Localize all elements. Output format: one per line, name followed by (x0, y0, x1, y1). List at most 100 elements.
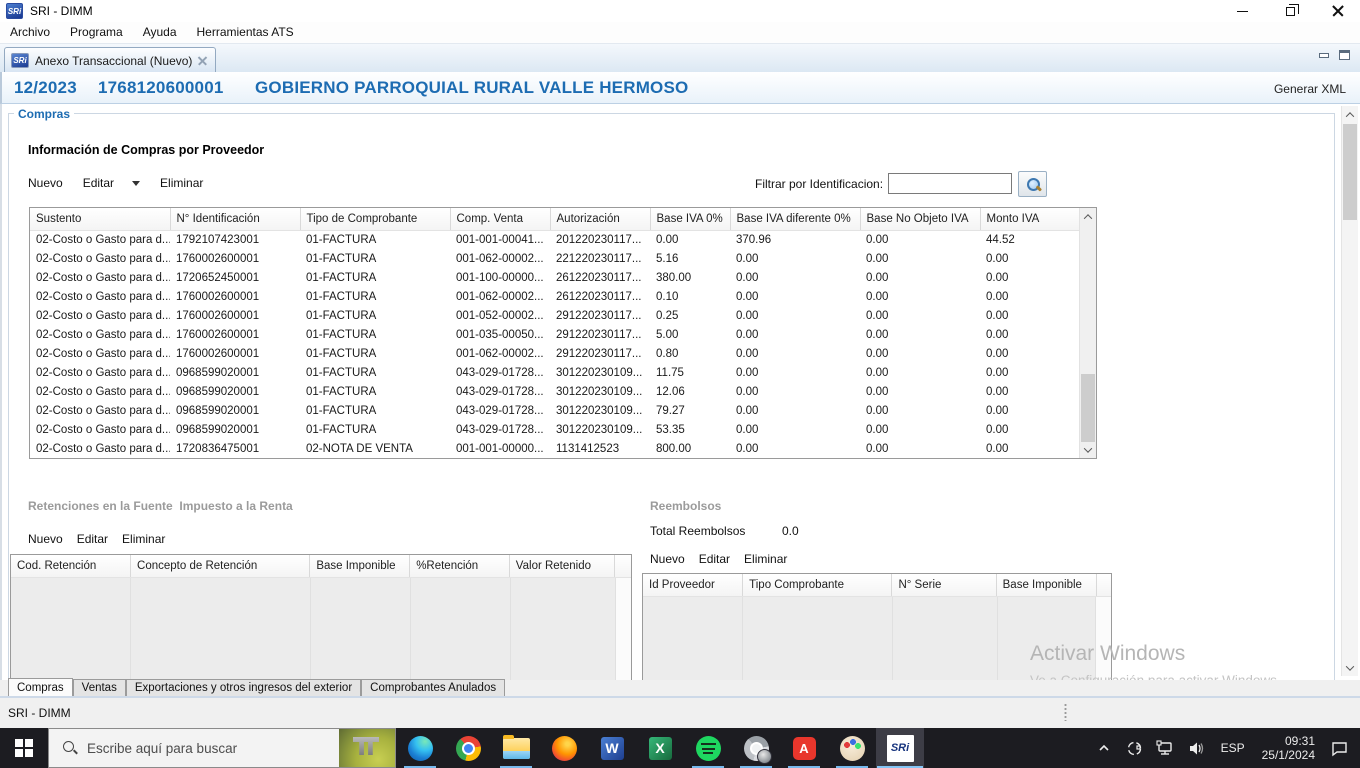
column-header-base-no-objeto-iva[interactable]: Base No Objeto IVA (860, 208, 981, 231)
column-header-base-imponible[interactable]: Base Imponible (996, 574, 1097, 597)
column-header-base-iva-0-[interactable]: Base IVA 0% (650, 208, 731, 231)
table-row[interactable]: 02-Costo o Gasto para d... 0968599020001 0… (30, 401, 1081, 420)
menu-archivo[interactable]: Archivo (8, 23, 60, 42)
scroll-down-icon[interactable] (1080, 441, 1096, 458)
table-cell: 02-Costo o Gasto para d... (30, 306, 170, 325)
table-cell: 1760002600001 (170, 306, 300, 325)
table-row[interactable]: 02-Costo o Gasto para d... 1760002600001 0… (30, 344, 1081, 363)
menu-programa[interactable]: Programa (60, 23, 133, 42)
table-cell: 02-Costo o Gasto para d... (30, 230, 170, 249)
scrollbar-thumb[interactable] (1081, 374, 1095, 442)
paint-icon[interactable] (828, 728, 876, 768)
tab-close-icon[interactable] (198, 56, 207, 65)
content-scrollbar[interactable] (1341, 106, 1358, 676)
column-header-n-serie[interactable]: N° Serie (891, 574, 997, 597)
excel-icon[interactable]: X (636, 728, 684, 768)
filter-input[interactable] (888, 173, 1012, 194)
column-header-tipo-de-comprobante[interactable]: Tipo de Comprobante (300, 208, 451, 231)
scrollbar-thumb[interactable] (1343, 124, 1357, 220)
menu-ayuda[interactable]: Ayuda (133, 23, 187, 42)
retenciones-nuevo-button[interactable]: Nuevo (24, 530, 67, 548)
tray-sync-icon[interactable] (1124, 728, 1146, 768)
tray-network-icon[interactable] (1155, 728, 1177, 768)
table-cell: 800.00 (650, 439, 730, 458)
column-header-id-proveedor[interactable]: Id Proveedor (643, 574, 744, 597)
restore-icon[interactable] (1282, 3, 1299, 19)
column-header-sustento[interactable]: Sustento (30, 208, 171, 231)
tab-compras[interactable]: Compras (8, 678, 73, 696)
reembolsos-nuevo-button[interactable]: Nuevo (646, 550, 689, 568)
retenciones-eliminar-button[interactable]: Eliminar (118, 530, 169, 548)
menu-herramientas-ats[interactable]: Herramientas ATS (187, 23, 304, 42)
tab-ventas[interactable]: Ventas (72, 679, 126, 696)
table-cell: 0968599020001 (170, 401, 300, 420)
column-header-autorizaci-n[interactable]: Autorización (550, 208, 651, 231)
reembolsos-editar-button[interactable]: Editar (695, 550, 734, 568)
chrome-icon[interactable] (444, 728, 492, 768)
column-header-base-iva-diferente-0-[interactable]: Base IVA diferente 0% (730, 208, 861, 231)
sri-app-icon[interactable]: SRi (876, 728, 924, 768)
tab-exportaciones[interactable]: Exportaciones y otros ingresos del exter… (125, 679, 362, 696)
tab-anexo-transaccional[interactable]: SRi Anexo Transaccional (Nuevo) (4, 47, 217, 73)
table-row[interactable]: 02-Costo o Gasto para d... 0968599020001 0… (30, 363, 1081, 382)
compras-eliminar-button[interactable]: Eliminar (156, 174, 207, 192)
column-header-n-identificaci-n[interactable]: N° Identificación (170, 208, 301, 231)
status-splitter-grip[interactable] (1064, 703, 1067, 721)
tray-chevron-up-icon[interactable] (1093, 728, 1115, 768)
minimize-icon[interactable] (1234, 3, 1250, 19)
search-input[interactable] (87, 740, 297, 756)
editar-dropdown-icon[interactable] (132, 180, 141, 186)
firefox-icon[interactable] (540, 728, 588, 768)
compras-nuevo-button[interactable]: Nuevo (24, 174, 67, 192)
start-button[interactable] (0, 728, 48, 768)
generar-xml-button[interactable]: Generar XML (1274, 82, 1346, 96)
chrome-profile-icon[interactable] (732, 728, 780, 768)
table-row[interactable]: 02-Costo o Gasto para d... 1720836475001 0… (30, 439, 1081, 458)
table-cell: 301220230109... (550, 363, 650, 382)
scroll-up-icon[interactable] (1080, 208, 1096, 225)
view-minimize-icon[interactable] (1319, 52, 1329, 58)
compras-table-scrollbar[interactable] (1079, 208, 1096, 458)
file-explorer-icon[interactable] (492, 728, 540, 768)
table-row[interactable]: 02-Costo o Gasto para d... 1720652450001 0… (30, 268, 1081, 287)
column-header-monto-iva[interactable]: Monto IVA (980, 208, 1082, 231)
table-row[interactable]: 02-Costo o Gasto para d... 1760002600001 0… (30, 306, 1081, 325)
chrome-profile-icon-glyph (743, 735, 772, 764)
compras-editar-button[interactable]: Editar (79, 174, 118, 192)
tray-clock[interactable]: 09:31 25/1/2024 (1258, 734, 1319, 762)
view-maximize-icon[interactable] (1339, 50, 1350, 60)
taskbar-search[interactable] (48, 728, 396, 768)
retenciones-editar-button[interactable]: Editar (73, 530, 112, 548)
table-cell: 02-Costo o Gasto para d... (30, 382, 170, 401)
search-highlights-image[interactable] (339, 729, 395, 767)
table-row[interactable]: 02-Costo o Gasto para d... 1760002600001 0… (30, 287, 1081, 306)
tray-language-indicator[interactable]: ESP (1217, 741, 1249, 755)
scroll-up-icon[interactable] (1342, 106, 1358, 123)
reembolsos-eliminar-button[interactable]: Eliminar (740, 550, 791, 568)
column-header-cod-retenci-n[interactable]: Cod. Retención (11, 555, 132, 578)
table-row[interactable]: 02-Costo o Gasto para d... 1760002600001 0… (30, 249, 1081, 268)
tab-comprobantes-anulados[interactable]: Comprobantes Anulados (361, 679, 506, 696)
column-header-comp-venta[interactable]: Comp. Venta (450, 208, 551, 231)
column-header-concepto-de-retenci-n[interactable]: Concepto de Retención (130, 555, 311, 578)
column-header-base-imponible[interactable]: Base Imponible (309, 555, 411, 578)
table-row[interactable]: 02-Costo o Gasto para d... 0968599020001 0… (30, 420, 1081, 439)
ruc-label: 1768120600001 (98, 78, 224, 97)
acrobat-icon[interactable]: A (780, 728, 828, 768)
table-cell: 02-Costo o Gasto para d... (30, 420, 170, 439)
column-header--retenci-n[interactable]: %Retención (409, 555, 510, 578)
compras-table-container: Sustento N° Identificación Tipo de Comprob… (29, 207, 1097, 459)
scroll-down-icon[interactable] (1342, 659, 1358, 676)
column-header-tipo-comprobante[interactable]: Tipo Comprobante (742, 574, 893, 597)
tray-volume-icon[interactable] (1186, 728, 1208, 768)
spotify-icon[interactable] (684, 728, 732, 768)
table-row[interactable]: 02-Costo o Gasto para d... 0968599020001 0… (30, 382, 1081, 401)
word-icon[interactable]: W (588, 728, 636, 768)
column-header-valor-retenido[interactable]: Valor Retenido (509, 555, 615, 578)
action-center-icon[interactable] (1328, 728, 1350, 768)
close-icon[interactable] (1330, 3, 1346, 19)
edge-icon[interactable] (396, 728, 444, 768)
filter-search-button[interactable] (1018, 171, 1047, 197)
table-row[interactable]: 02-Costo o Gasto para d... 1760002600001 0… (30, 325, 1081, 344)
table-row[interactable]: 02-Costo o Gasto para d... 1792107423001 0… (30, 230, 1081, 249)
